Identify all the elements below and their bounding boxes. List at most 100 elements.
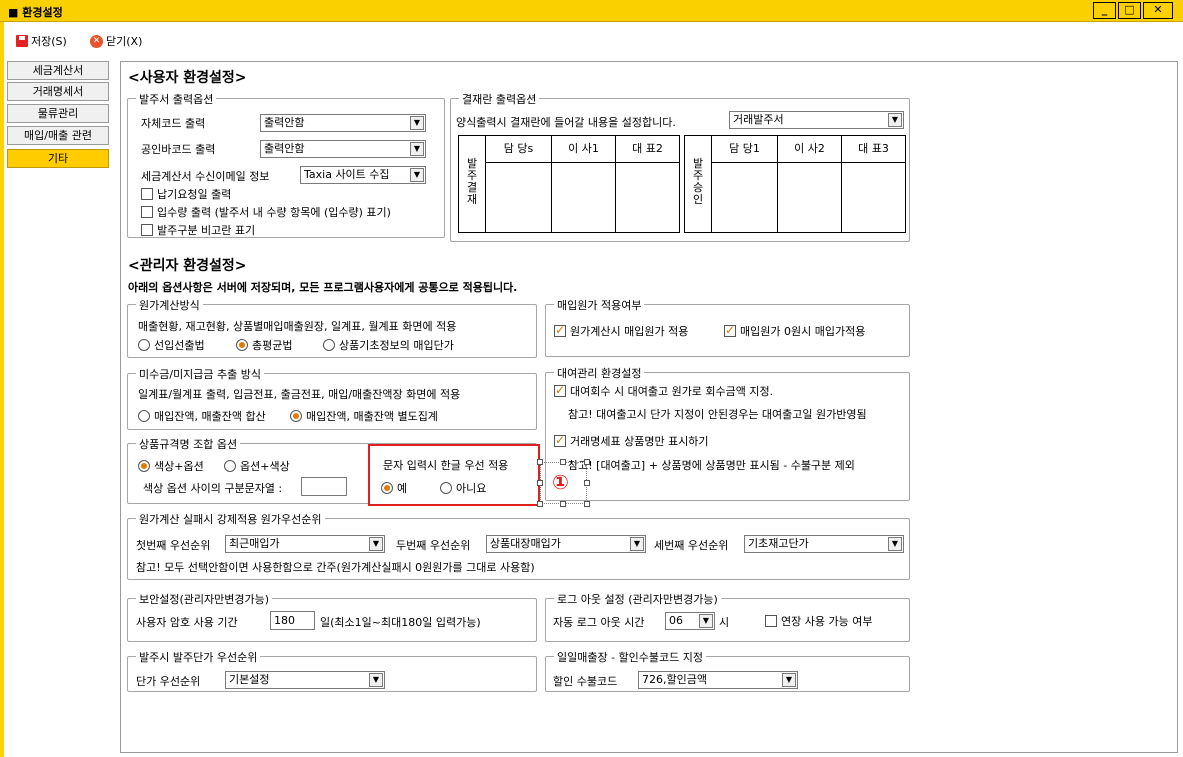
priority-2-select[interactable]: 상품대장매입가 ▼ — [486, 535, 646, 553]
receivable-desc: 일계표/월계표 출력, 입금전표, 출금전표, 매입/매출잔액장 화면에 적용 — [138, 388, 461, 401]
resize-handle[interactable] — [537, 480, 543, 486]
resize-handle[interactable] — [584, 480, 590, 486]
chevron-down-icon: ▼ — [699, 614, 713, 628]
zero-cost-checkbox[interactable]: 매입원가 0원시 매입가적용 — [724, 323, 865, 339]
priority-3-select[interactable]: 기초재고단가 ▼ — [744, 535, 904, 553]
radio[interactable] — [224, 460, 236, 472]
annotation-marker: ① — [552, 470, 569, 494]
po-type-remark-checkbox[interactable]: 발주구분 비고란 표기 — [141, 222, 255, 238]
checkbox[interactable] — [141, 224, 153, 236]
maximize-button[interactable]: □ — [1118, 2, 1141, 19]
cost-fail-title: 원가계산 실패시 강제적용 원가우선순위 — [136, 511, 325, 527]
checkbox[interactable] — [554, 433, 566, 447]
spec-combo-title: 상품규격명 조합 옵션 — [136, 436, 241, 452]
approval-desc: 양식출력시 결재란에 들어갈 내용을 설정합니다. — [456, 116, 676, 129]
priority-1-select[interactable]: 최근매입가 ▼ — [225, 535, 385, 553]
nav-etc[interactable]: 기타 — [7, 149, 109, 168]
priority-3-label: 세번째 우선순위 — [654, 539, 729, 552]
product-name-only-checkbox[interactable]: 거래명세표 상품명만 표시하기 — [554, 433, 709, 449]
radio-korean-no[interactable]: 아니요 — [440, 480, 486, 496]
radio[interactable] — [236, 339, 248, 351]
window-title: ■ 환경설정 — [8, 6, 63, 19]
nav-purchase-sales[interactable]: 매입/매출 관련 — [7, 126, 109, 145]
radio-option-color[interactable]: 옵션+색상 — [224, 458, 290, 474]
priority-1-label: 첫번째 우선순위 — [136, 539, 211, 552]
resize-handle[interactable] — [560, 459, 566, 465]
extend-use-checkbox[interactable]: 연장 사용 가능 여부 — [765, 613, 872, 629]
checkbox[interactable] — [141, 206, 153, 218]
checkbox[interactable] — [765, 615, 777, 627]
chevron-down-icon: ▼ — [410, 116, 424, 130]
radio-separate-balance[interactable]: 매입잔액, 매출잔액 별도집계 — [290, 408, 438, 424]
korean-first-label: 문자 입력시 한글 우선 적용 — [383, 459, 509, 472]
resize-handle[interactable] — [584, 459, 590, 465]
password-period-label: 사용자 암호 사용 기간 — [136, 616, 238, 629]
approval-cell — [777, 163, 841, 232]
logout-title: 로그 아웃 설정 (관리자만변경가능) — [554, 591, 721, 607]
approval-col: 대 표3 — [841, 136, 905, 163]
own-code-select[interactable]: 출력안함 ▼ — [260, 114, 426, 132]
checkbox[interactable] — [554, 323, 566, 337]
korean-first-highlight — [368, 444, 540, 506]
save-button[interactable]: 저장(S) — [16, 32, 67, 50]
resize-handle[interactable] — [537, 459, 543, 465]
approval-cell — [485, 163, 551, 232]
auto-logout-select[interactable]: 06 ▼ — [665, 612, 715, 630]
approval-col: 담 당s — [485, 136, 551, 163]
order-price-select[interactable]: 기본설정 ▼ — [225, 671, 385, 689]
radio-fifo[interactable]: 선입선출법 — [138, 337, 205, 353]
radio[interactable] — [138, 460, 150, 472]
close-label: 닫기(X) — [106, 35, 143, 48]
radio[interactable] — [440, 482, 452, 494]
rental-title: 대여관리 환경설정 — [554, 365, 645, 381]
po-output-title: 발주서 출력옵션 — [136, 91, 217, 107]
password-period-input[interactable]: 180 — [270, 611, 315, 630]
close-window-button[interactable]: ✕ — [1143, 2, 1173, 19]
radio-total-average[interactable]: 총평균법 — [236, 337, 292, 353]
checkbox[interactable] — [554, 383, 566, 397]
radio[interactable] — [381, 482, 393, 494]
resize-handle[interactable] — [584, 501, 590, 507]
radio-product-base-price[interactable]: 상품기초정보의 매입단가 — [323, 337, 454, 353]
rental-note-1: 참고! 대여출고시 단가 지정이 안된경우는 대여출고일 원가반영됨 — [568, 408, 867, 421]
separator-input[interactable] — [301, 477, 347, 496]
order-price-label: 단가 우선순위 — [136, 675, 201, 688]
radio-color-option[interactable]: 색상+옵션 — [138, 458, 204, 474]
barcode-label: 공인바코드 출력 — [141, 143, 216, 156]
chevron-down-icon: ▼ — [782, 673, 796, 687]
cost-calc-title: 원가계산방식 — [136, 297, 203, 313]
po-confirm-table: 발주승인 담 당1 이 사2 대 표3 — [684, 135, 906, 233]
checkbox[interactable] — [724, 323, 736, 337]
radio[interactable] — [138, 410, 150, 422]
user-settings-title: <사용자 환경설정> — [128, 70, 247, 86]
nav-logistics[interactable]: 물류관리 — [7, 104, 109, 123]
chevron-down-icon: ▼ — [369, 673, 383, 687]
rental-note-2: 참고! [대여출고] + 상품명에 상품명만 표시됨 - 수불구분 제외 — [568, 459, 855, 472]
resize-handle[interactable] — [560, 501, 566, 507]
tax-email-select[interactable]: Taxia 사이트 수집 ▼ — [300, 166, 426, 184]
daily-sales-title: 일일매출장 - 할인수불코드 지정 — [554, 649, 707, 665]
resize-handle[interactable] — [537, 501, 543, 507]
rental-return-cost-checkbox[interactable]: 대여회수 시 대여출고 원가로 회수금액 지정. — [554, 383, 773, 399]
radio-sum-balance[interactable]: 매입잔액, 매출잔액 합산 — [138, 408, 266, 424]
radio-korean-yes[interactable]: 예 — [381, 480, 407, 496]
pack-qty-checkbox[interactable]: 입수량 출력 (발주서 내 수량 항목에 (입수량) 표기) — [141, 204, 391, 220]
radio[interactable] — [323, 339, 335, 351]
apply-purchase-cost-checkbox[interactable]: 원가계산시 매입원가 적용 — [554, 323, 688, 339]
receivable-title: 미수금/미지급금 추출 방식 — [136, 366, 265, 382]
own-code-label: 자체코드 출력 — [141, 117, 206, 130]
due-date-checkbox[interactable]: 납기요청일 출력 — [141, 186, 231, 202]
cost-calc-desc: 매출현황, 재고현황, 상품별매입매출원장, 일계표, 월계표 화면에 적용 — [138, 320, 457, 333]
radio[interactable] — [290, 410, 302, 422]
checkbox[interactable] — [141, 188, 153, 200]
chevron-down-icon: ▼ — [369, 537, 383, 551]
nav-transaction-statement[interactable]: 거래명세서 — [7, 82, 109, 101]
minimize-button[interactable]: _ — [1093, 2, 1116, 19]
nav-tax-invoice[interactable]: 세금계산서 — [7, 61, 109, 80]
security-title: 보안설정(관리자만변경가능) — [136, 591, 273, 607]
barcode-select[interactable]: 출력안함 ▼ — [260, 140, 426, 158]
close-button[interactable]: ✕ 닫기(X) — [90, 32, 142, 50]
radio[interactable] — [138, 339, 150, 351]
discount-code-select[interactable]: 726,할인금액 ▼ — [638, 671, 798, 689]
approval-form-select[interactable]: 거래발주서 ▼ — [729, 111, 904, 129]
